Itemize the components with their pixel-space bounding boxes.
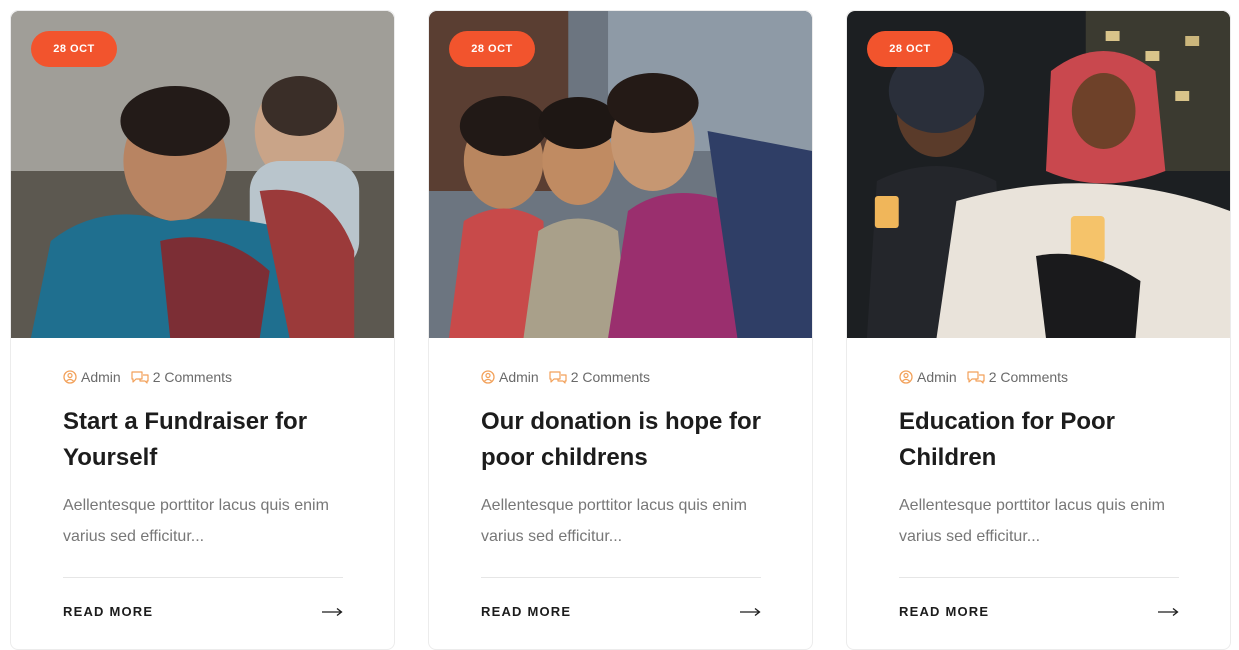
blog-card: 28 OCT Admin 2 Comments Start a Fundrais… [10,10,395,650]
arrow-right-icon[interactable] [321,607,343,617]
comments-icon [131,371,149,384]
post-title[interactable]: Our donation is hope for poor childrens [481,404,771,476]
date-badge: 28 OCT [31,31,117,67]
read-more-link[interactable]: READ MORE [481,604,571,619]
comments-icon [549,371,567,384]
author-link[interactable]: Admin [63,369,121,385]
comments-icon [967,371,985,384]
author-link[interactable]: Admin [481,369,539,385]
blog-card: 28 OCT Admin 2 Comments Our donation is … [428,10,813,650]
blog-card-image[interactable]: 28 OCT [429,11,812,338]
blog-card-image[interactable]: 28 OCT [847,11,1230,338]
author-name: Admin [917,369,957,385]
author-name: Admin [81,369,121,385]
date-badge: 28 OCT [449,31,535,67]
comments-count: 2 Comments [570,369,651,385]
blog-card-image[interactable]: 28 OCT [11,11,394,338]
read-more-link[interactable]: READ MORE [899,604,989,619]
comments-count: 2 Comments [152,369,233,385]
comments-link[interactable]: 2 Comments [967,369,1068,385]
user-icon [899,370,913,384]
divider [63,577,343,578]
post-meta: Admin 2 Comments [481,368,760,386]
author-name: Admin [499,369,539,385]
divider [899,577,1179,578]
post-meta: Admin 2 Comments [63,368,342,386]
arrow-right-icon[interactable] [1157,607,1179,617]
comments-link[interactable]: 2 Comments [131,369,232,385]
blog-card: 28 OCT Admin 2 Comments Education for Po… [846,10,1231,650]
author-link[interactable]: Admin [899,369,957,385]
post-title[interactable]: Education for Poor Children [899,404,1189,476]
comments-link[interactable]: 2 Comments [549,369,650,385]
user-icon [63,370,77,384]
user-icon [481,370,495,384]
post-meta: Admin 2 Comments [899,368,1178,386]
post-excerpt: Aellentesque porttitor lacus quis enim v… [899,497,1165,545]
read-more-link[interactable]: READ MORE [63,604,153,619]
post-excerpt: Aellentesque porttitor lacus quis enim v… [63,497,329,545]
comments-count: 2 Comments [988,369,1069,385]
date-badge: 28 OCT [867,31,953,67]
divider [481,577,761,578]
post-excerpt: Aellentesque porttitor lacus quis enim v… [481,497,747,545]
arrow-right-icon[interactable] [739,607,761,617]
post-title[interactable]: Start a Fundraiser for Yourself [63,404,353,476]
